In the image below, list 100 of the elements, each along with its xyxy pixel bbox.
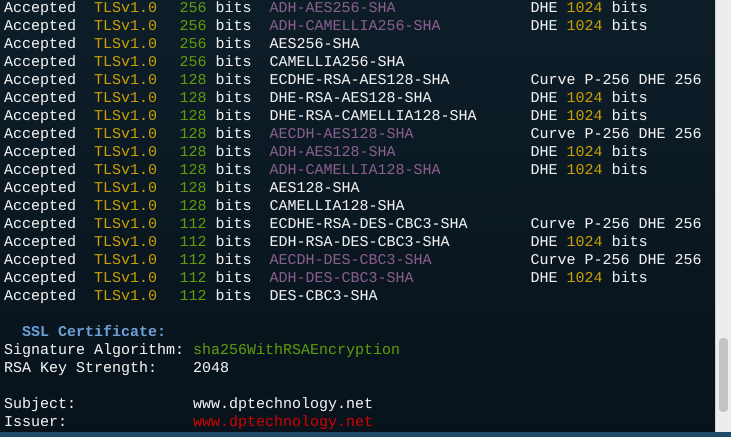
cipher-name: CAMELLIA256-SHA — [270, 54, 406, 72]
status-text: Accepted — [4, 180, 78, 198]
protocol-text: TLSv1.0 — [94, 0, 158, 18]
protocol-text: TLSv1.0 — [94, 144, 158, 162]
bits-value: 128 — [180, 144, 208, 162]
key-size-unit: bits — [612, 144, 648, 162]
bits-value: 128 — [180, 162, 208, 180]
protocol-text: TLSv1.0 — [94, 162, 158, 180]
bits-value: 256 — [180, 18, 208, 36]
bits-unit: bits — [216, 108, 253, 126]
cipher-name: AES128-SHA — [270, 180, 361, 198]
bits-unit: bits — [216, 54, 253, 72]
key-exchange-text: Curve P-256 DHE 256 — [530, 216, 702, 234]
status-text: Accepted — [4, 18, 78, 36]
protocol-text: TLSv1.0 — [94, 108, 158, 126]
status-text: Accepted — [4, 252, 78, 270]
cipher-name: ECDHE-RSA-AES128-SHA — [270, 72, 451, 90]
key-exchange-type: DHE — [530, 234, 558, 252]
protocol-text: TLSv1.0 — [94, 90, 158, 108]
bits-unit: bits — [216, 270, 253, 288]
bits-unit: bits — [216, 234, 253, 252]
protocol-text: TLSv1.0 — [94, 126, 158, 144]
status-text: Accepted — [4, 108, 78, 126]
status-text: Accepted — [4, 234, 78, 252]
protocol-text: TLSv1.0 — [94, 252, 158, 270]
key-size-value: 1024 — [566, 270, 603, 288]
field-label: Subject: — [4, 396, 78, 414]
bits-unit: bits — [216, 288, 253, 306]
key-size-value: 1024 — [566, 90, 603, 108]
field-value: www.dptechnology.net — [193, 396, 374, 414]
status-text: Accepted — [4, 288, 78, 306]
key-exchange-type: DHE — [530, 0, 558, 18]
key-exchange-type: DHE — [530, 90, 558, 108]
key-size-value: 1024 — [566, 18, 603, 36]
cipher-name: AES256-SHA — [270, 36, 361, 54]
cipher-name: DES-CBC3-SHA — [270, 288, 379, 306]
bits-value: 128 — [180, 126, 208, 144]
protocol-text: TLSv1.0 — [94, 36, 158, 54]
key-size-unit: bits — [612, 90, 648, 108]
key-size-unit: bits — [612, 162, 648, 180]
status-text: Accepted — [4, 198, 78, 216]
bits-unit: bits — [216, 0, 253, 18]
key-size-unit: bits — [612, 18, 648, 36]
field-value: sha256WithRSAEncryption — [193, 342, 400, 360]
cipher-name: ADH-CAMELLIA128-SHA — [270, 162, 442, 180]
cipher-name: ADH-AES256-SHA — [270, 0, 397, 18]
cipher-name: AECDH-AES128-SHA — [270, 126, 415, 144]
key-size-value: 1024 — [566, 0, 603, 18]
cipher-name: DHE-RSA-AES128-SHA — [270, 90, 433, 108]
status-text: Accepted — [4, 126, 78, 144]
status-text: Accepted — [4, 162, 78, 180]
key-size-value: 1024 — [566, 162, 603, 180]
status-text: Accepted — [4, 0, 78, 18]
bits-value: 128 — [180, 90, 208, 108]
status-text: Accepted — [4, 270, 78, 288]
bits-unit: bits — [216, 36, 253, 54]
protocol-text: TLSv1.0 — [94, 54, 158, 72]
field-value: www.dptechnology.net — [193, 414, 374, 432]
bits-unit: bits — [216, 90, 253, 108]
key-exchange-type: DHE — [530, 270, 558, 288]
key-exchange-type: DHE — [530, 108, 558, 126]
scrollbar-thumb[interactable] — [719, 338, 728, 412]
bits-unit: bits — [216, 18, 253, 36]
key-size-value: 1024 — [566, 144, 603, 162]
protocol-text: TLSv1.0 — [94, 288, 158, 306]
bits-unit: bits — [216, 144, 253, 162]
key-exchange-type: DHE — [530, 18, 558, 36]
protocol-text: TLSv1.0 — [94, 216, 158, 234]
bits-value: 128 — [180, 72, 208, 90]
status-text: Accepted — [4, 90, 78, 108]
field-label: Signature Algorithm: — [4, 342, 186, 360]
field-label: Issuer: — [4, 414, 68, 432]
key-size-unit: bits — [612, 0, 648, 18]
bits-value: 256 — [180, 36, 208, 54]
bits-value: 128 — [180, 108, 208, 126]
key-size-unit: bits — [612, 270, 648, 288]
bits-value: 256 — [180, 0, 208, 18]
protocol-text: TLSv1.0 — [94, 234, 158, 252]
bits-value: 112 — [180, 216, 208, 234]
cipher-name: ECDHE-RSA-DES-CBC3-SHA — [270, 216, 469, 234]
bits-unit: bits — [216, 180, 253, 198]
key-exchange-type: DHE — [530, 144, 558, 162]
bits-value: 128 — [180, 180, 208, 198]
key-size-value: 1024 — [566, 234, 603, 252]
field-label: RSA Key Strength: — [4, 360, 158, 378]
scrollbar[interactable] — [715, 0, 731, 432]
bits-value: 112 — [180, 288, 208, 306]
bits-unit: bits — [216, 252, 253, 270]
key-exchange-text: Curve P-256 DHE 256 — [530, 126, 702, 144]
bits-value: 256 — [180, 54, 208, 72]
key-size-unit: bits — [612, 234, 648, 252]
status-text: Accepted — [4, 216, 78, 234]
bits-value: 128 — [180, 198, 208, 216]
bits-value: 112 — [180, 270, 208, 288]
bits-unit: bits — [216, 126, 253, 144]
protocol-text: TLSv1.0 — [94, 180, 158, 198]
protocol-text: TLSv1.0 — [94, 270, 158, 288]
status-text: Accepted — [4, 54, 78, 72]
status-text: Accepted — [4, 36, 78, 54]
protocol-text: TLSv1.0 — [94, 72, 158, 90]
